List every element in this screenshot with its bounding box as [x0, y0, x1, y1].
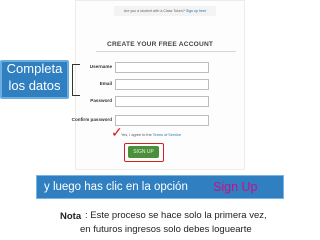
callout-text: Completa los datos — [3, 60, 66, 94]
class-token-text: Are you a student with a Class Token? — [123, 9, 185, 13]
note-line-2: en futuros ingresos solo debes loguearte — [80, 224, 252, 235]
fields-bracket — [72, 64, 80, 96]
banner-emphasis: Sign Up — [213, 180, 258, 194]
callout-line-2: los datos — [8, 78, 61, 93]
username-label: Username — [89, 64, 112, 69]
signup-highlight-frame — [124, 143, 164, 162]
confirm-password-label: Confirm password — [71, 117, 112, 122]
title-divider — [96, 51, 236, 52]
password-input[interactable] — [115, 96, 209, 107]
terms-text: Yes, I agree to the — [121, 133, 152, 137]
terms-checkbox-label[interactable]: Yes, I agree to the Terms of Service — [121, 133, 181, 137]
password-label: Password — [90, 98, 112, 103]
username-input[interactable] — [115, 62, 209, 73]
banner-text: y luego has clic en la opción — [44, 181, 188, 193]
email-input[interactable] — [115, 79, 209, 90]
note-label: Nota — [60, 211, 82, 222]
email-label: Email — [99, 81, 112, 86]
terms-link[interactable]: Terms of Service — [153, 133, 181, 137]
confirm-password-input[interactable] — [115, 115, 209, 126]
note-line-1: : Este proceso se hace solo la primera v… — [85, 210, 267, 221]
class-token-link[interactable]: Sign up here — [186, 9, 206, 13]
form-title: CREATE YOUR FREE ACCOUNT — [107, 41, 214, 48]
class-token-notice: Are you a student with a Class Token? Si… — [114, 6, 216, 16]
callout-line-1: Completa — [6, 61, 63, 76]
